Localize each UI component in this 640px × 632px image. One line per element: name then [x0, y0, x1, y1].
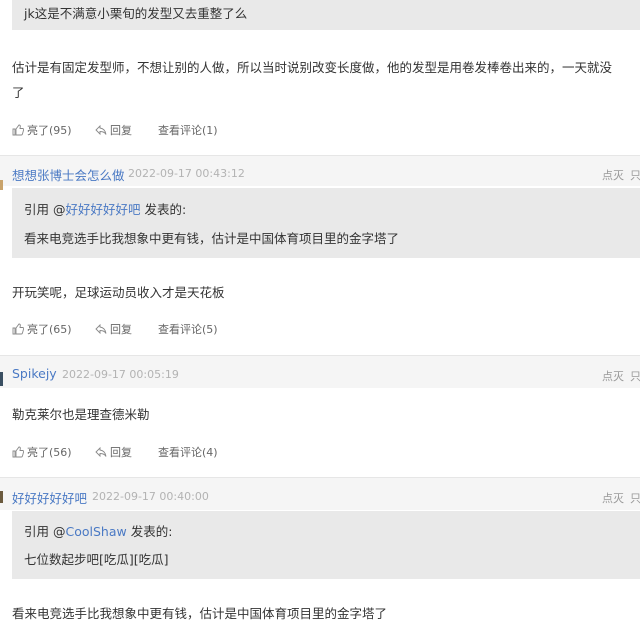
comment-username[interactable]: 好好好好好吧	[12, 488, 87, 507]
comment-username[interactable]: Spikejy	[12, 366, 57, 381]
view-comments-link[interactable]: 查看评论(4)	[158, 444, 218, 460]
quoted-username[interactable]: 好好好好好吧	[65, 202, 140, 217]
view-comments-label: 查看评论(5)	[158, 323, 218, 336]
comment-username[interactable]: 想想张博士会怎么做	[12, 165, 125, 184]
comment-body: 勒克莱尔也是理查德米勒	[12, 407, 150, 422]
quote-header: 引用 @CoolShaw 发表的:	[24, 521, 172, 540]
like-count: 亮了(56)	[27, 446, 72, 459]
top-reply-line-1: 估计是有固定发型师，不想让别的人做，所以当时说别改变长度做，他的发型是用卷发棒卷…	[12, 60, 613, 75]
comment-timestamp: 2022-09-17 00:40:00	[92, 490, 209, 503]
view-comments-link[interactable]: 查看评论(1)	[158, 122, 218, 138]
comment-timestamp: 2022-09-17 00:43:12	[128, 167, 245, 180]
view-comments-label: 查看评论(4)	[158, 446, 218, 459]
quote-text: 七位数起步吧[吃瓜][吃瓜]	[24, 552, 169, 567]
quote-prefix: 引用 @	[24, 524, 66, 539]
like-count: 亮了(65)	[27, 323, 72, 336]
quote-text: 看来电竞选手比我想象中更有钱，估计是中国体育项目里的金字塔了	[24, 231, 400, 246]
top-quote-box: jk这是不满意小栗旬的发型又去重整了么	[12, 0, 640, 30]
like-button[interactable]: 亮了(56)	[12, 444, 72, 460]
only-view-link[interactable]: 只	[630, 368, 640, 384]
dislike-link[interactable]: 点灭	[602, 368, 624, 384]
quote-header: 引用 @好好好好好吧 发表的:	[24, 199, 186, 218]
left-edge-mark	[0, 180, 3, 190]
reply-button[interactable]: 回复	[95, 444, 132, 460]
left-edge-mark	[0, 491, 3, 503]
top-quote-text: jk这是不满意小栗旬的发型又去重整了么	[24, 6, 248, 21]
comment-timestamp: 2022-09-17 00:05:19	[62, 368, 179, 381]
quote-box: 引用 @好好好好好吧 发表的: 看来电竞选手比我想象中更有钱，估计是中国体育项目…	[12, 188, 640, 258]
reply-icon	[95, 323, 107, 335]
like-button[interactable]: 亮了(65)	[12, 321, 72, 337]
view-comments-link[interactable]: 查看评论(5)	[158, 321, 218, 337]
reply-label: 回复	[110, 446, 132, 459]
view-comments-label: 查看评论(1)	[158, 124, 218, 137]
like-count: 亮了(95)	[27, 124, 72, 137]
comment-body: 看来电竞选手比我想象中更有钱，估计是中国体育项目里的金字塔了	[12, 606, 388, 621]
left-edge-mark	[0, 372, 3, 386]
dislike-link[interactable]: 点灭	[602, 490, 624, 506]
only-view-link[interactable]: 只	[630, 167, 640, 183]
reply-icon	[95, 446, 107, 458]
quote-suffix: 发表的:	[140, 202, 187, 217]
quote-prefix: 引用 @	[24, 202, 66, 217]
reply-icon	[95, 124, 107, 136]
thumb-up-icon	[12, 323, 24, 335]
comment-body: 开玩笑呢，足球运动员收入才是天花板	[12, 285, 225, 300]
like-button[interactable]: 亮了(95)	[12, 122, 72, 138]
top-reply-line-2: 了	[12, 85, 25, 100]
reply-label: 回复	[110, 124, 132, 137]
thumb-up-icon	[12, 124, 24, 136]
quote-suffix: 发表的:	[126, 524, 173, 539]
reply-button[interactable]: 回复	[95, 122, 132, 138]
thumb-up-icon	[12, 446, 24, 458]
quoted-username[interactable]: CoolShaw	[65, 524, 126, 539]
dislike-link[interactable]: 点灭	[602, 167, 624, 183]
reply-label: 回复	[110, 323, 132, 336]
quote-box: 引用 @CoolShaw 发表的: 七位数起步吧[吃瓜][吃瓜]	[12, 511, 640, 579]
reply-button[interactable]: 回复	[95, 321, 132, 337]
comment-thread: jk这是不满意小栗旬的发型又去重整了么 估计是有固定发型师，不想让别的人做，所以…	[0, 0, 640, 632]
only-view-link[interactable]: 只	[630, 490, 640, 506]
